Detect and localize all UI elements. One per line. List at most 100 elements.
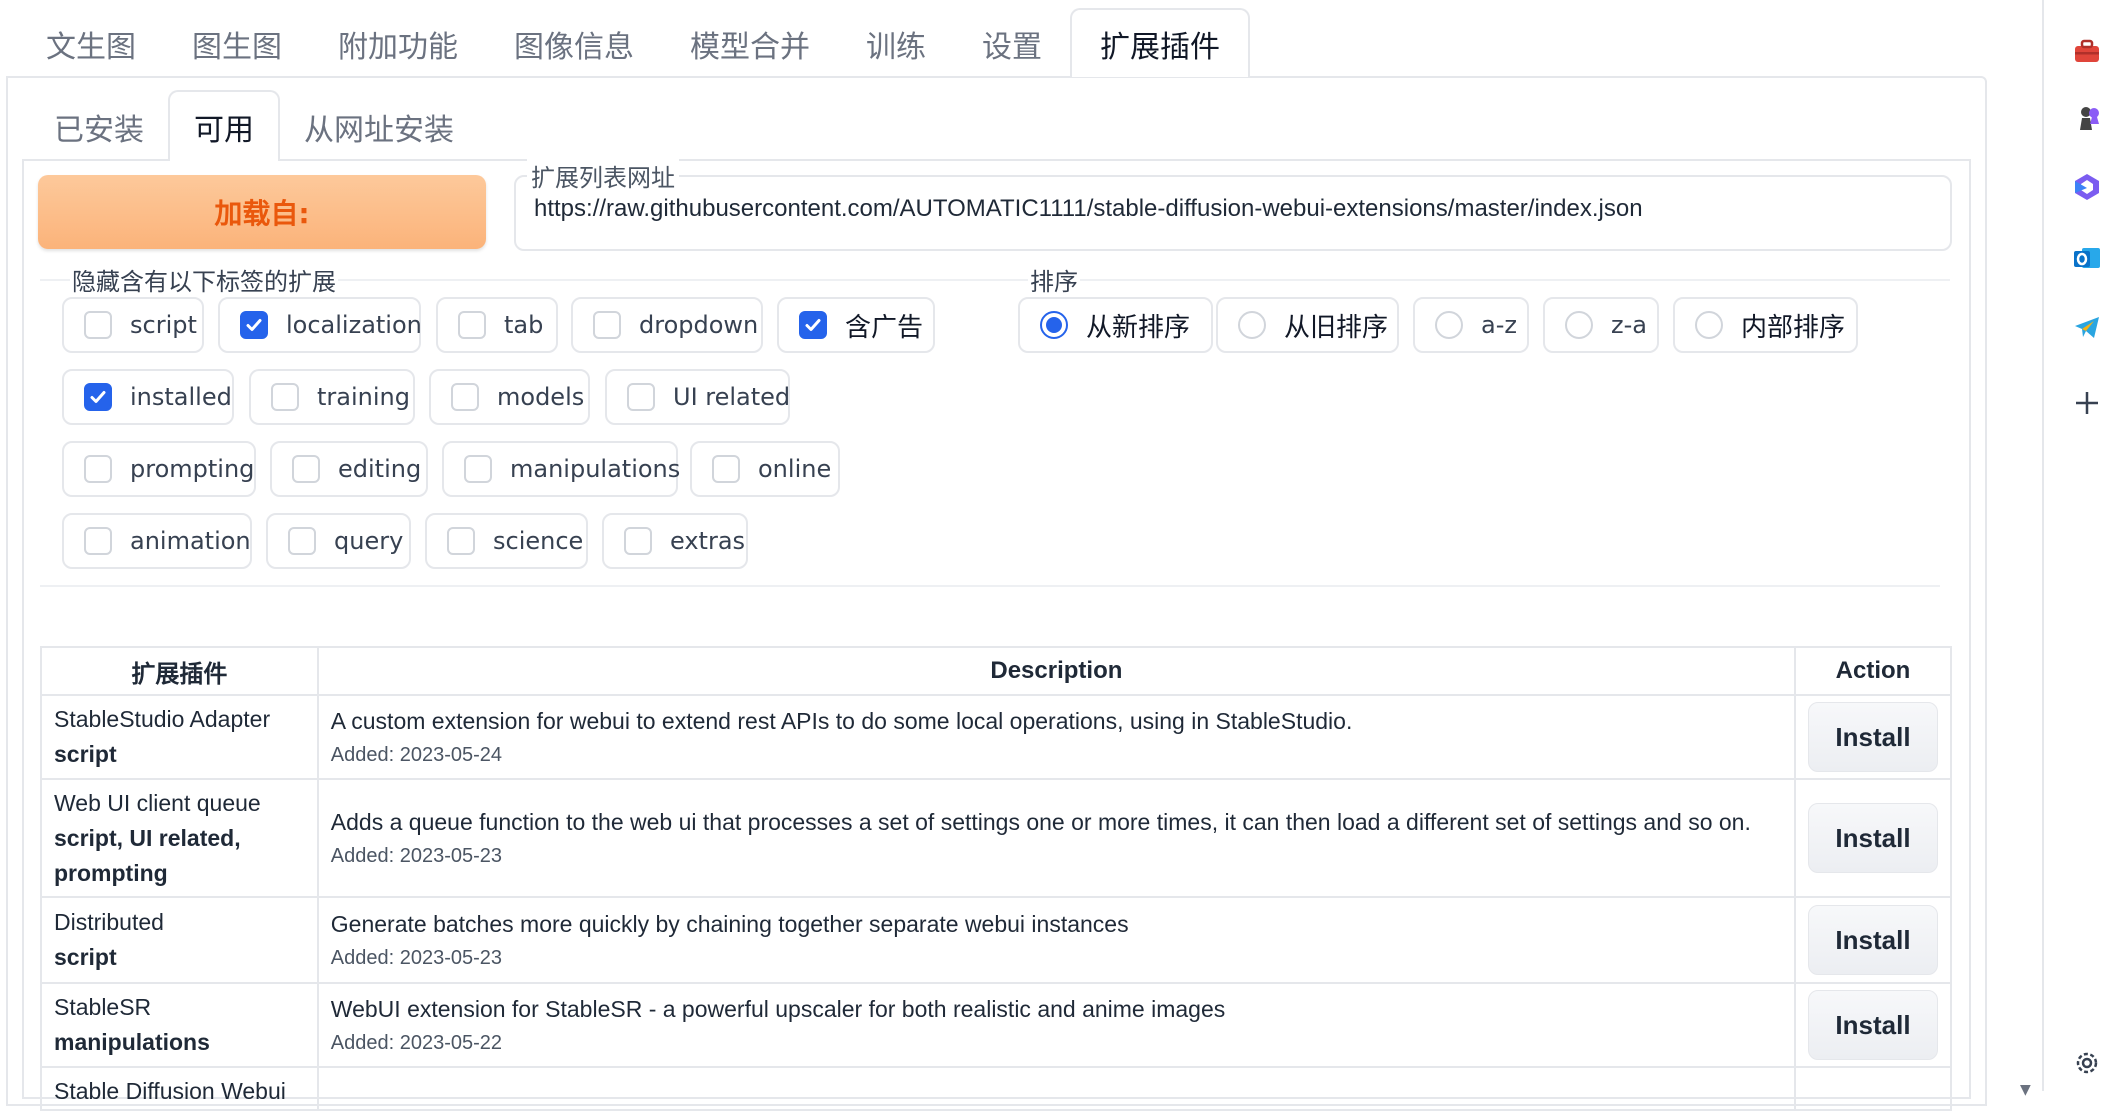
tag-label: online [758, 455, 832, 483]
checkbox-checked-icon [799, 311, 827, 339]
tag-checkbox-models[interactable]: models [429, 369, 590, 425]
tag-checkbox-online[interactable]: online [690, 441, 840, 497]
tab-png-info[interactable]: 图像信息 [486, 10, 662, 77]
extension-name-cell: StableSR manipulations [40, 982, 319, 1068]
sort-radio-newest[interactable]: 从新排序 [1018, 297, 1213, 353]
tab-checkpoint-merger[interactable]: 模型合并 [662, 10, 838, 77]
checkbox-icon [447, 527, 475, 555]
tag-label: tab [504, 311, 544, 339]
extension-action-cell: Install [1793, 778, 1953, 898]
extension-added-date: Added: 2023-05-22 [330, 1031, 503, 1054]
tag-checkbox-extras[interactable]: extras [602, 513, 748, 569]
tag-label: editing [338, 455, 422, 483]
tag-checkbox-dropdown[interactable]: dropdown [571, 297, 763, 353]
tab-train[interactable]: 训练 [838, 10, 954, 77]
gear-icon[interactable] [2072, 1048, 2102, 1078]
tag-label: prompting [130, 455, 255, 483]
toolbox-icon[interactable] [2072, 36, 2102, 66]
tag-checkbox-prompting[interactable]: prompting [62, 441, 256, 497]
checkbox-icon [292, 455, 320, 483]
sort-label: 排序 [1028, 262, 1080, 297]
extension-name-link[interactable]: Web UI client queue [54, 790, 261, 816]
tag-checkbox-tab[interactable]: tab [436, 297, 558, 353]
extension-index-url-input[interactable] [534, 195, 1934, 223]
sub-tab-bar: 已安装 可用 从网址安装 [30, 90, 478, 161]
checkbox-icon [458, 311, 486, 339]
tag-checkbox-animation[interactable]: animation [62, 513, 252, 569]
hide-tags-label: 隐藏含有以下标签的扩展 [70, 262, 338, 297]
tag-checkbox-installed[interactable]: installed [62, 369, 234, 425]
plus-icon[interactable] [2072, 388, 2102, 418]
extension-name-link[interactable]: Distributed [54, 909, 164, 935]
tab-txt2img[interactable]: 文生图 [18, 10, 164, 77]
tag-label: manipulations [510, 455, 681, 483]
tag-checkbox-query[interactable]: query [266, 513, 411, 569]
install-button[interactable]: Install [1807, 990, 1938, 1060]
checkbox-checked-icon [84, 383, 112, 411]
extension-name-link[interactable]: StableStudio Adapter [54, 706, 270, 732]
available-extensions-table: 扩展插件 Description Action StableStudio Ada… [40, 646, 1953, 1111]
radio-icon [1238, 311, 1266, 339]
sort-radio-a-z[interactable]: a-z [1413, 297, 1529, 353]
tag-checkbox-script[interactable]: script [62, 297, 204, 353]
install-button[interactable]: Install [1807, 702, 1938, 772]
tab-settings[interactable]: 设置 [954, 10, 1070, 77]
column-header-description: Description [316, 646, 1796, 696]
tag-label: training [317, 383, 410, 411]
tag-checkbox-localization[interactable]: localization [218, 297, 422, 353]
extension-added-date: Added: 2023-05-23 [330, 844, 503, 867]
extension-index-url-label: 扩展列表网址 [527, 158, 679, 193]
tag-checkbox-training[interactable]: training [249, 369, 415, 425]
sort-option-label: 从旧排序 [1284, 312, 1389, 343]
extension-tags: manipulations [54, 1029, 210, 1055]
tag-checkbox-ads[interactable]: 含广告 [777, 297, 935, 353]
tag-label: 含广告 [845, 312, 924, 343]
tag-label: science [493, 527, 584, 555]
extension-description-cell: WebUI extension for StableSR - a powerfu… [316, 982, 1796, 1068]
extension-description: Adds a queue function to the web ui that… [330, 808, 1751, 835]
extension-added-date: Added: 2023-05-24 [330, 743, 503, 766]
sort-radio-oldest[interactable]: 从旧排序 [1216, 297, 1399, 353]
tag-checkbox-editing[interactable]: editing [270, 441, 428, 497]
install-button[interactable]: Install [1807, 905, 1938, 975]
checkbox-icon [84, 311, 112, 339]
tab-extras[interactable]: 附加功能 [310, 10, 486, 77]
tab-available[interactable]: 可用 [168, 90, 280, 161]
tag-checkbox-manipulations[interactable]: manipulations [442, 441, 681, 497]
filter-divider [40, 585, 1940, 587]
checkbox-icon [451, 383, 479, 411]
table-row: StableSR manipulations WebUI extension f… [40, 982, 1953, 1068]
tag-label: UI related [673, 383, 791, 411]
extension-description-cell: Generate batches more quickly by chainin… [316, 896, 1796, 984]
checkbox-icon [271, 383, 299, 411]
browser-sidebar-divider [2042, 0, 2044, 1091]
tab-extensions[interactable]: 扩展插件 [1070, 8, 1250, 77]
extension-tags: script [54, 944, 117, 970]
sort-option-label: z-a [1611, 311, 1647, 339]
extension-action-cell: Install [1793, 982, 1953, 1068]
sort-option-label: 从新排序 [1086, 312, 1191, 343]
telegram-icon[interactable] [2072, 312, 2102, 342]
checkbox-icon [593, 311, 621, 339]
sort-radio-z-a[interactable]: z-a [1543, 297, 1659, 353]
tab-installed[interactable]: 已安装 [30, 92, 168, 161]
chess-pawn-icon[interactable] [2072, 104, 2102, 134]
checkbox-icon [84, 455, 112, 483]
extension-action-cell: Install [1793, 694, 1953, 780]
load-from-button[interactable]: 加载自: [38, 175, 486, 249]
column-header-action: Action [1793, 646, 1953, 696]
outlook-icon[interactable] [2072, 243, 2102, 273]
extension-name-link[interactable]: StableSR [54, 994, 151, 1020]
tag-checkbox-science[interactable]: science [425, 513, 588, 569]
tag-label: models [497, 383, 585, 411]
sort-radio-internal[interactable]: 内部排序 [1673, 297, 1858, 353]
install-button[interactable]: Install [1807, 803, 1938, 873]
extension-added-date: Added: 2023-05-23 [330, 946, 503, 969]
copilot-icon[interactable] [2072, 172, 2102, 202]
scroll-down-arrow[interactable]: ▼ [2020, 1082, 2031, 1098]
tab-install-from-url[interactable]: 从网址安装 [280, 92, 478, 161]
extension-name-link[interactable]: Stable Diffusion Webui [54, 1078, 286, 1104]
tag-checkbox-ui-related[interactable]: UI related [605, 369, 790, 425]
tab-img2img[interactable]: 图生图 [164, 10, 310, 77]
extension-description-cell [316, 1066, 1796, 1111]
